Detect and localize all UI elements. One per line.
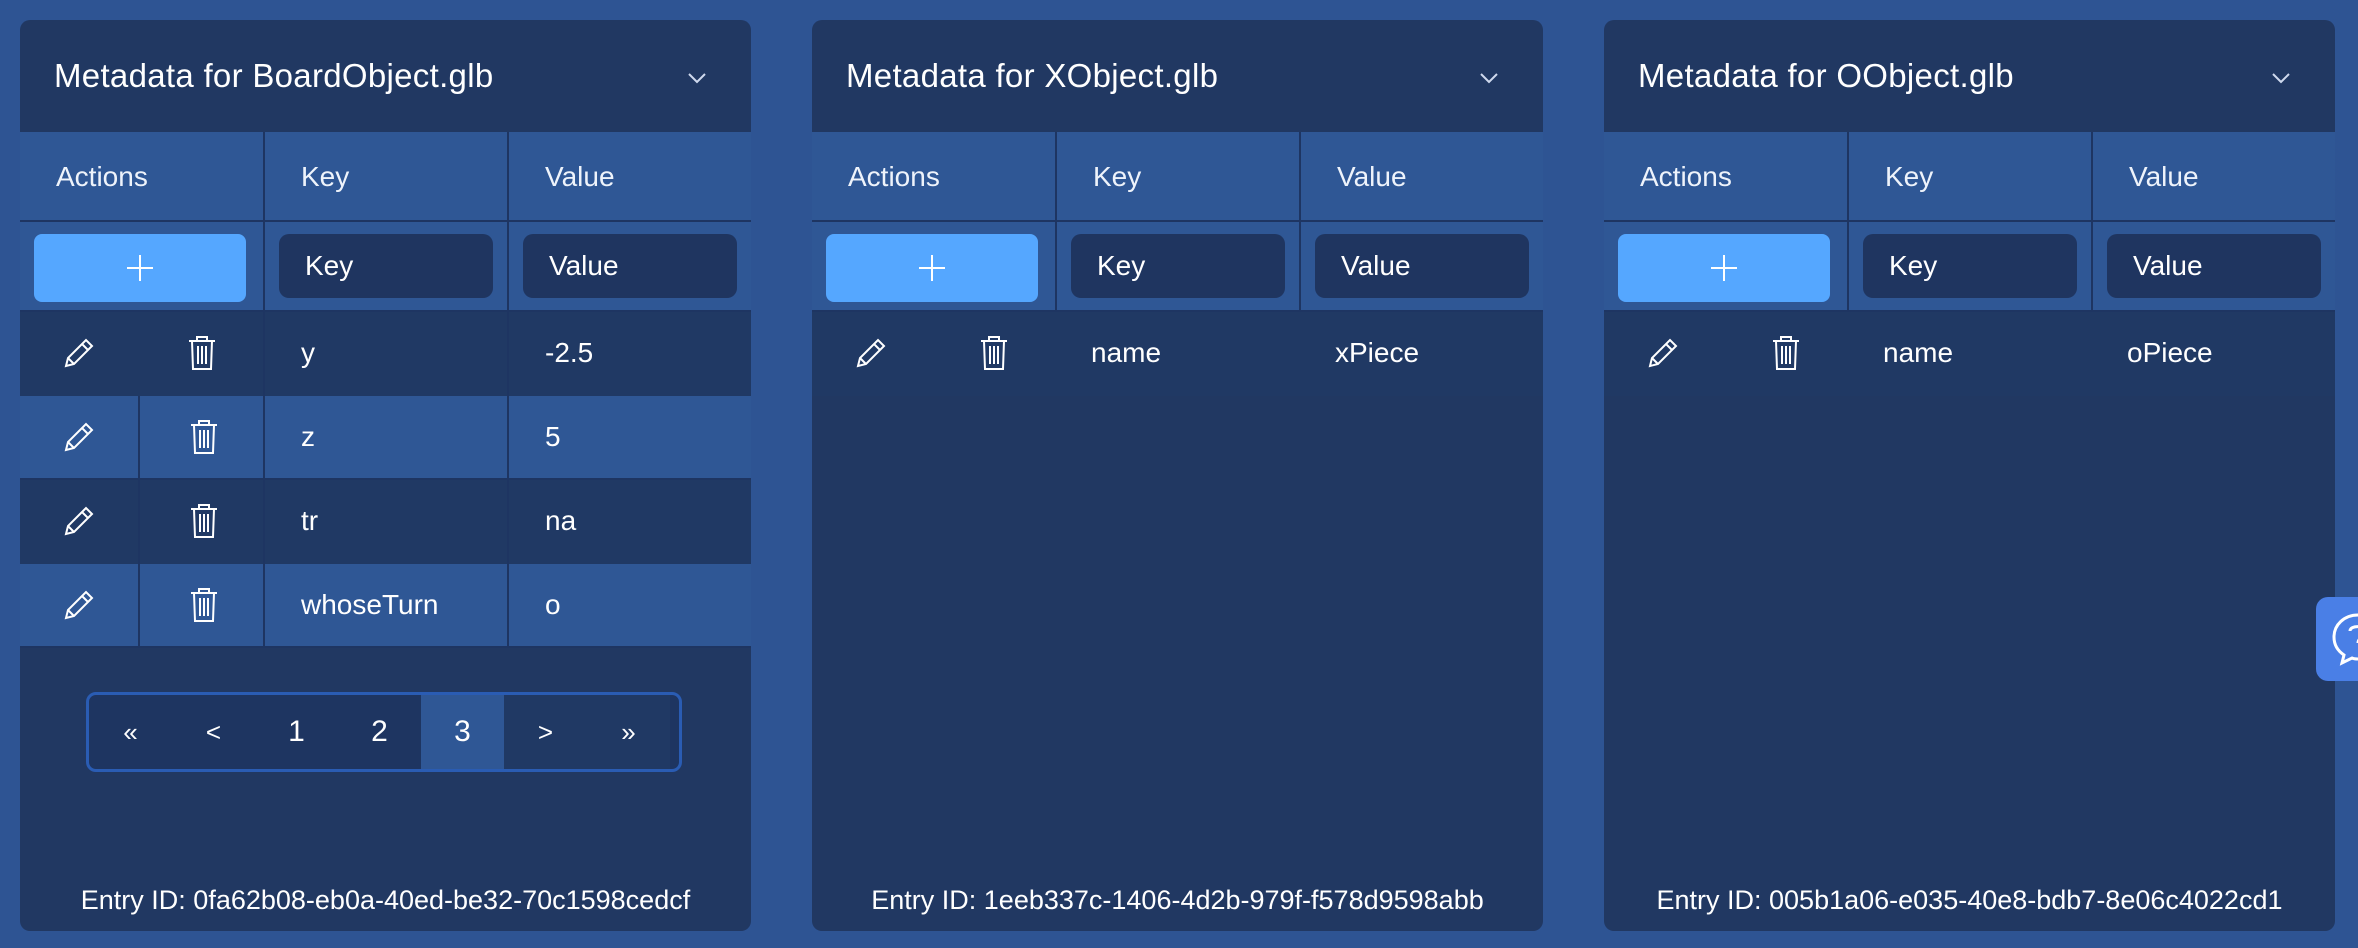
help-button[interactable]: [2316, 597, 2358, 681]
chevron-down-icon[interactable]: [1477, 66, 1501, 90]
pencil-icon[interactable]: [852, 336, 888, 372]
metadata-panel-oobject: Metadata for OObject.glb Actions Key Val…: [1604, 20, 2335, 931]
plus-icon: [1711, 255, 1737, 281]
value-header: Value: [2129, 161, 2199, 192]
panel-header[interactable]: Metadata for BoardObject.glb: [20, 20, 751, 132]
panel-title: Metadata for BoardObject.glb: [54, 57, 494, 94]
row-value: 5: [545, 421, 561, 452]
row-key: name: [1091, 337, 1162, 368]
last-page-button[interactable]: »: [587, 695, 670, 769]
entry-id: Entry ID: 0fa62b08-eb0a-40ed-be32-70c159…: [80, 885, 691, 915]
new-entry-row: [20, 222, 751, 312]
table-row: name xPiece: [812, 312, 1543, 396]
key-input[interactable]: [279, 234, 493, 298]
page-button-3[interactable]: 3: [421, 695, 504, 769]
trash-icon[interactable]: [188, 586, 220, 624]
metadata-panel-xobject: Metadata for XObject.glb Actions Key Val…: [812, 20, 1543, 931]
row-key: name: [1883, 337, 1954, 368]
trash-icon[interactable]: [1770, 334, 1802, 372]
table-row: z 5: [20, 396, 751, 480]
actions-header: Actions: [1640, 161, 1732, 192]
new-entry-row: [812, 222, 1543, 312]
row-value: xPiece: [1335, 337, 1420, 368]
pencil-icon[interactable]: [60, 504, 96, 540]
table-header-row: Actions Key Value: [1604, 132, 2335, 222]
trash-icon[interactable]: [186, 334, 218, 372]
table-row: tr na: [20, 480, 751, 564]
page-button-2[interactable]: 2: [338, 695, 421, 769]
question-icon: [2332, 613, 2358, 666]
new-entry-row: [1604, 222, 2335, 312]
panel-title: Metadata for OObject.glb: [1638, 57, 2014, 94]
pagination: « < 1 2 3 > »: [86, 692, 682, 772]
add-entry-button[interactable]: [1618, 234, 1830, 302]
entry-id: Entry ID: 005b1a06-e035-40e8-bdb7-8e06c4…: [1656, 885, 2283, 915]
value-header: Value: [545, 161, 615, 192]
value-input[interactable]: [1315, 234, 1529, 298]
trash-icon[interactable]: [188, 418, 220, 456]
key-input[interactable]: [1071, 234, 1285, 298]
table-row: whoseTurn o: [20, 564, 751, 648]
actions-header: Actions: [56, 161, 148, 192]
row-key: z: [301, 421, 315, 452]
trash-icon[interactable]: [978, 334, 1010, 372]
row-key: whoseTurn: [301, 589, 439, 620]
plus-icon: [919, 255, 945, 281]
prev-page-button[interactable]: <: [172, 695, 255, 769]
first-page-button[interactable]: «: [89, 695, 172, 769]
row-key: y: [301, 337, 315, 368]
row-value: o: [545, 589, 561, 620]
row-value: oPiece: [2127, 337, 2213, 368]
pencil-icon[interactable]: [1644, 336, 1680, 372]
trash-icon[interactable]: [188, 502, 220, 540]
add-entry-button[interactable]: [34, 234, 246, 302]
plus-icon: [127, 255, 153, 281]
panel-header[interactable]: Metadata for XObject.glb: [812, 20, 1543, 132]
chevron-down-icon[interactable]: [2269, 66, 2293, 90]
page-button-1[interactable]: 1: [255, 695, 338, 769]
table-header-row: Actions Key Value: [20, 132, 751, 222]
pencil-icon[interactable]: [60, 588, 96, 624]
key-header: Key: [1885, 161, 1934, 192]
chevron-down-icon[interactable]: [685, 66, 709, 90]
key-header: Key: [301, 161, 350, 192]
key-header: Key: [1093, 161, 1142, 192]
table-row: name oPiece: [1604, 312, 2335, 396]
table-header-row: Actions Key Value: [812, 132, 1543, 222]
actions-header: Actions: [848, 161, 940, 192]
value-input[interactable]: [523, 234, 737, 298]
key-input[interactable]: [1863, 234, 2077, 298]
panel-header[interactable]: Metadata for OObject.glb: [1604, 20, 2335, 132]
row-value: na: [545, 505, 577, 536]
table-row: y -2.5: [20, 312, 751, 396]
panel-title: Metadata for XObject.glb: [846, 57, 1219, 94]
metadata-panel-boardobject: Metadata for BoardObject.glb Actions Key…: [20, 20, 751, 931]
entry-id: Entry ID: 1eeb337c-1406-4d2b-979f-f578d9…: [871, 885, 1484, 915]
value-header: Value: [1337, 161, 1407, 192]
metadata-table: Actions Key Value y -2.5: [20, 132, 751, 648]
next-page-button[interactable]: >: [504, 695, 587, 769]
add-entry-button[interactable]: [826, 234, 1038, 302]
metadata-table: Actions Key Value name xPiece: [812, 132, 1543, 396]
row-key: tr: [301, 505, 319, 536]
value-input[interactable]: [2107, 234, 2321, 298]
pencil-icon[interactable]: [60, 336, 96, 372]
metadata-table: Actions Key Value name oPiece: [1604, 132, 2335, 396]
pencil-icon[interactable]: [60, 420, 96, 456]
row-value: -2.5: [545, 337, 594, 368]
